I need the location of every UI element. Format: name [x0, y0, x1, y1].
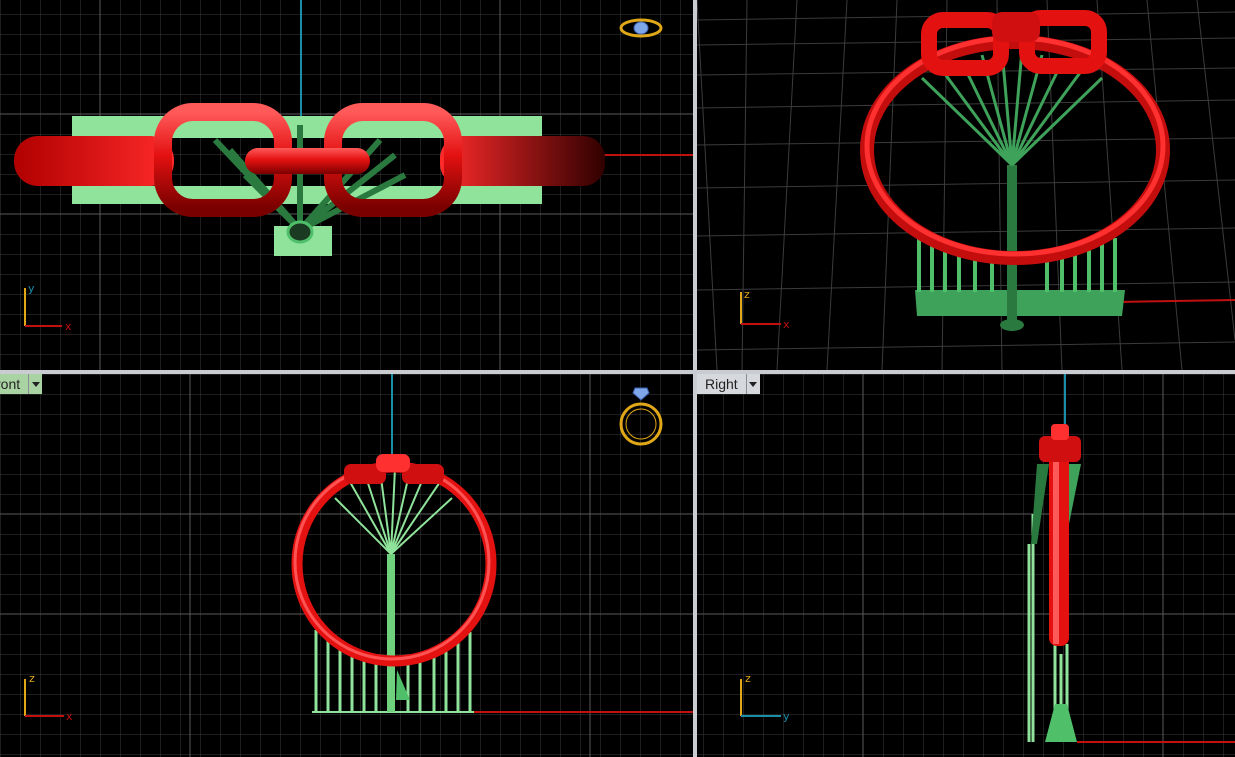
viewport-divider-horizontal[interactable] [0, 370, 1235, 374]
viewport-tab-front[interactable]: ront [0, 374, 43, 394]
viewport-front[interactable]: z x ront [0, 374, 693, 757]
chain-link-center [245, 148, 370, 174]
perspective-view-canvas: z x [697, 0, 1235, 370]
viewport-top[interactable]: y x [0, 0, 693, 370]
support-base [72, 186, 542, 204]
viewport-divider-vertical[interactable] [693, 0, 697, 757]
dropdown-arrow-icon[interactable] [28, 374, 43, 394]
right-view-canvas: z y [697, 374, 1235, 757]
support-trunk [1007, 165, 1017, 325]
ring-band-right [440, 136, 605, 186]
viewport-tab-label: ront [0, 374, 29, 394]
front-view-canvas: z x [0, 374, 693, 757]
top-view-canvas: y x [0, 0, 693, 370]
axis-label-horizontal: x [66, 710, 73, 723]
axis-triad: z x [740, 288, 790, 331]
viewport-perspective[interactable]: z x [697, 0, 1235, 370]
viewport-tab-right[interactable]: Right [697, 374, 760, 394]
viewport-right[interactable]: z y Right [697, 374, 1235, 757]
support-base [915, 290, 1125, 316]
support-base [72, 116, 542, 138]
axis-label-vertical: z [29, 672, 35, 685]
axis-label-horizontal: x [783, 318, 790, 331]
axis-label-vertical: z [745, 672, 751, 685]
support-trunk [387, 554, 395, 712]
dropdown-arrow-icon[interactable] [745, 374, 760, 394]
axis-label-horizontal: y [783, 710, 790, 723]
axis-label-horizontal: x [65, 320, 72, 333]
ring-band-left [14, 136, 174, 186]
axis-label-vertical: y [28, 282, 35, 295]
viewport-tab-label: Right [697, 374, 746, 394]
x-axis-line [1116, 299, 1235, 303]
axis-label-vertical: z [744, 288, 750, 301]
